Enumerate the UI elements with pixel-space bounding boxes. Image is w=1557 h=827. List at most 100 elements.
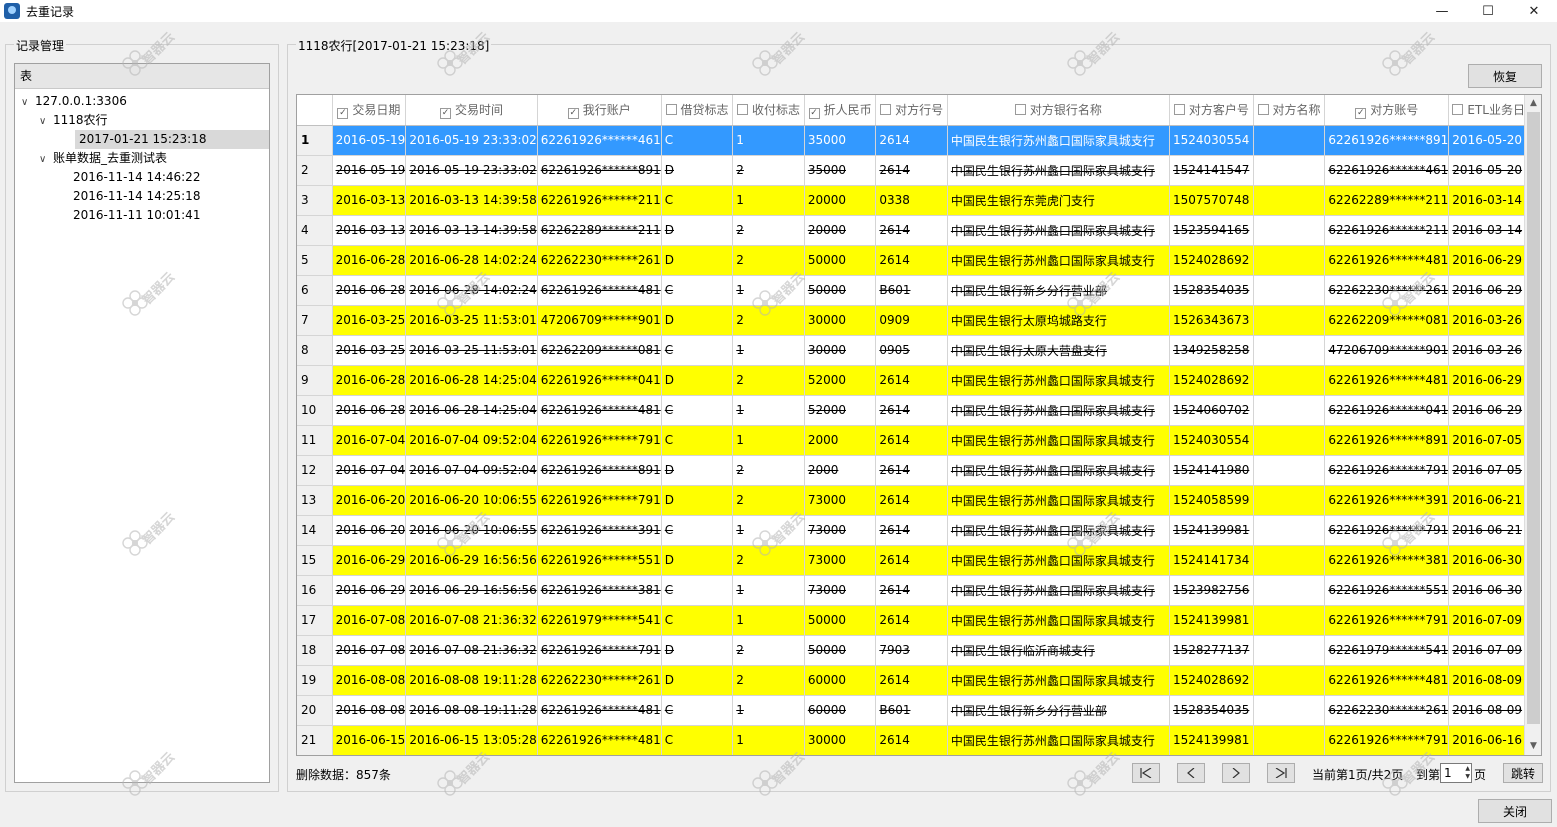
checked-checkbox-icon[interactable]: ✓ [337,107,349,119]
table-cell[interactable]: 2016-07-04 [332,425,407,456]
table-row[interactable]: 19 2016-08-08 2016-08-08 19:11:28 62262230*… [297,665,1541,696]
table-cell[interactable]: 2016-06-20 10:06:55 [405,515,538,546]
table-cell[interactable]: 30000 [804,335,877,366]
table-cell[interactable] [1253,335,1326,366]
first-page-button[interactable] [1132,763,1160,783]
table-cell[interactable]: 2 [732,545,805,576]
table-cell[interactable]: C [661,275,734,306]
table-cell[interactable]: 2016-06-29 [332,575,407,606]
table-cell[interactable] [1253,275,1326,306]
table-cell[interactable]: 1524028692 [1169,665,1254,696]
table-cell[interactable]: 73000 [804,485,877,516]
scroll-thumb[interactable] [1527,112,1540,724]
table-row[interactable]: 1 2016-05-19 2016-05-19 23:33:02 62261926**… [297,125,1541,156]
table-cell[interactable]: 1524028692 [1169,245,1254,276]
table-cell[interactable]: 62261926******481 [537,695,662,726]
table-cell[interactable]: 中国民生银行苏州蠡口国际家具城支行 [947,455,1171,486]
table-cell[interactable] [1253,485,1326,516]
table-cell[interactable]: 62262230******261 [537,245,662,276]
table-cell[interactable]: 50000 [804,635,877,666]
table-cell[interactable]: 62261926******791 [537,635,662,666]
table-cell[interactable]: 2016-03-13 14:39:58 [405,215,538,246]
table-cell[interactable] [1253,155,1326,186]
table-cell[interactable] [1253,635,1326,666]
table-cell[interactable]: 62261926******211 [537,185,662,216]
table-cell[interactable]: 2016-03-13 14:39:58 [405,185,538,216]
table-cell[interactable]: C [661,725,734,755]
table-cell[interactable]: 62261926******481 [537,395,662,426]
table-cell[interactable]: 中国民生银行苏州蠡口国际家具城支行 [947,485,1171,516]
table-cell[interactable]: 50000 [804,245,877,276]
table-row[interactable]: 16 2016-06-29 2016-06-29 16:56:56 62261926*… [297,575,1541,606]
table-cell[interactable]: 2016-06-20 [332,485,407,516]
table-cell[interactable]: 2614 [875,395,948,426]
table-cell[interactable]: 62261926******041 [1324,395,1450,426]
table-cell[interactable]: 62261926******791 [537,485,662,516]
table-cell[interactable]: 2000 [804,455,877,486]
table-cell[interactable]: 60000 [804,695,877,726]
table-cell[interactable]: 1 [732,605,805,636]
table-cell[interactable]: 1507570748 [1169,185,1254,216]
table-cell[interactable]: 中国民生银行新乡分行营业部 [947,275,1171,306]
table-cell[interactable]: 62261926******891 [1324,425,1450,456]
tree-node[interactable]: 2016-11-14 14:25:18 [59,187,200,206]
table-cell[interactable]: 中国民生银行新乡分行营业部 [947,695,1171,726]
column-header[interactable]: ✓ 折人民币 [804,95,877,126]
table-cell[interactable]: D [661,365,734,396]
row-number[interactable]: 3 [297,185,333,216]
table-cell[interactable]: 50000 [804,605,877,636]
column-header[interactable]: 对方客户号 [1169,95,1254,126]
table-cell[interactable]: C [661,395,734,426]
table-cell[interactable]: 中国民生银行苏州蠡口国际家具城支行 [947,155,1171,186]
table-cell[interactable]: 73000 [804,545,877,576]
table-cell[interactable]: 中国民生银行苏州蠡口国际家具城支行 [947,515,1171,546]
table-cell[interactable]: 2016-05-19 [332,155,407,186]
tree-node[interactable]: 2016-11-11 10:01:41 [59,206,200,225]
table-cell[interactable]: 62261979******541 [1324,635,1450,666]
table-cell[interactable]: 2016-06-15 13:05:28 [405,725,538,755]
table-cell[interactable]: 2016-06-28 14:25:04 [405,365,538,396]
table-cell[interactable]: 中国民生银行东莞虎门支行 [947,185,1171,216]
table-cell[interactable]: 2016-06-28 [332,245,407,276]
table-cell[interactable]: 2016-05-19 [332,125,407,156]
table-cell[interactable]: 62261926******041 [537,365,662,396]
record-tree[interactable]: 表 ∨ 127.0.0.1:3306 ∨ 1118农行 2017-01-21 15:23… [14,63,270,783]
table-cell[interactable]: 1524058599 [1169,485,1254,516]
column-header[interactable]: 对方银行名称 [947,95,1171,126]
table-cell[interactable]: D [661,155,734,186]
table-cell[interactable]: 2614 [875,515,948,546]
table-cell[interactable]: 2016-03-25 [332,305,407,336]
table-cell[interactable] [1253,125,1326,156]
table-cell[interactable]: 2 [732,215,805,246]
table-cell[interactable]: 62261926******461 [537,125,662,156]
table-cell[interactable]: 1523594165 [1169,215,1254,246]
table-cell[interactable]: 35000 [804,155,877,186]
table-cell[interactable]: 2016-07-08 21:36:32 [405,605,538,636]
table-cell[interactable]: 62261926******891 [537,455,662,486]
row-number[interactable]: 16 [297,575,333,606]
scroll-up-icon[interactable]: ▲ [1525,95,1541,112]
table-cell[interactable]: 62261926******791 [1324,515,1450,546]
table-cell[interactable]: 1 [732,575,805,606]
row-number[interactable]: 9 [297,365,333,396]
table-cell[interactable]: 2016-05-19 23:33:02 [405,155,538,186]
table-cell[interactable]: 2016-03-25 [332,335,407,366]
table-row[interactable]: 21 2016-06-15 2016-06-15 13:05:28 62261926*… [297,725,1541,755]
table-cell[interactable]: 62262289******211 [1324,185,1450,216]
table-cell[interactable] [1253,395,1326,426]
table-cell[interactable]: 52000 [804,395,877,426]
table-cell[interactable] [1253,695,1326,726]
table-cell[interactable]: 2614 [875,215,948,246]
table-cell[interactable]: 62261926******481 [537,725,662,755]
table-cell[interactable]: 62261926******791 [1324,605,1450,636]
row-number[interactable]: 6 [297,275,333,306]
table-cell[interactable] [1253,215,1326,246]
table-cell[interactable]: 1349258258 [1169,335,1254,366]
row-number[interactable]: 14 [297,515,333,546]
jump-button[interactable]: 跳转 [1503,763,1543,783]
table-cell[interactable]: 2 [732,245,805,276]
table-cell[interactable]: 30000 [804,305,877,336]
row-number[interactable]: 19 [297,665,333,696]
table-cell[interactable]: 中国民生银行临沂商城支行 [947,635,1171,666]
row-number[interactable]: 1 [297,125,333,156]
